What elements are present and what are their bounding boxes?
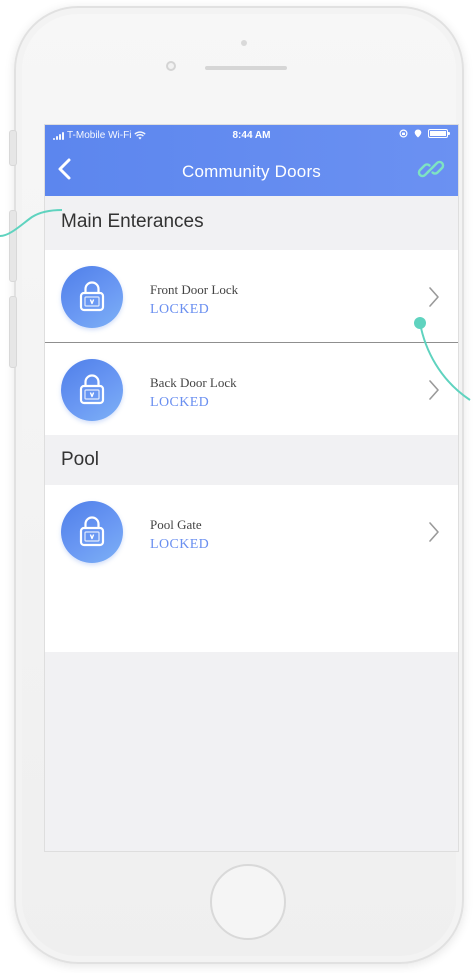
door-row-front[interactable]: Front Door Lock LOCKED [45, 250, 458, 342]
lock-avatar [61, 266, 123, 328]
chevron-right-icon [429, 287, 439, 307]
padlock-icon [79, 516, 105, 547]
door-status: LOCKED [150, 302, 210, 317]
volume-down-button [9, 296, 17, 368]
chain-link-icon [417, 160, 445, 178]
location-icon [414, 129, 422, 138]
main-entrances-list: Front Door Lock LOCKED Back Door Lock LO [45, 250, 458, 435]
door-row-back[interactable]: Back Door Lock LOCKED [45, 342, 458, 435]
pool-list: Pool Gate LOCKED [45, 485, 458, 652]
mute-switch [9, 130, 17, 166]
door-status: LOCKED [150, 537, 210, 552]
status-indicators [399, 129, 450, 138]
lock-avatar [61, 359, 123, 421]
app-screen: T-Mobile Wi-Fi 8:44 AM Community Doors M… [44, 124, 459, 852]
lock-avatar [61, 501, 123, 563]
navigation-header: T-Mobile Wi-Fi 8:44 AM Community Doors [45, 125, 458, 196]
padlock-icon [79, 374, 105, 405]
door-status: LOCKED [150, 395, 210, 410]
chevron-right-icon [429, 522, 439, 542]
link-button[interactable] [416, 154, 446, 184]
section-title-main-entrances: Main Enterances [61, 211, 204, 232]
volume-up-button [9, 210, 17, 282]
door-row-pool-gate[interactable]: Pool Gate LOCKED [45, 485, 458, 577]
status-time: 8:44 AM [232, 130, 271, 141]
chevron-right-icon [429, 380, 439, 400]
proximity-sensor [241, 40, 247, 46]
section-title-pool: Pool [61, 449, 100, 470]
door-name: Pool Gate [150, 517, 202, 532]
door-name: Back Door Lock [150, 375, 237, 390]
front-camera [166, 61, 176, 71]
status-bar: T-Mobile Wi-Fi 8:44 AM [45, 125, 458, 145]
home-button[interactable] [210, 864, 286, 940]
rotation-lock-icon [399, 129, 408, 138]
door-name: Front Door Lock [150, 282, 239, 297]
page-title: Community Doors [181, 162, 322, 181]
earpiece-speaker [205, 66, 287, 70]
mockup-canvas: T-Mobile Wi-Fi 8:44 AM Community Doors M… [0, 0, 473, 973]
padlock-icon [79, 281, 105, 312]
battery-icon [428, 129, 450, 138]
